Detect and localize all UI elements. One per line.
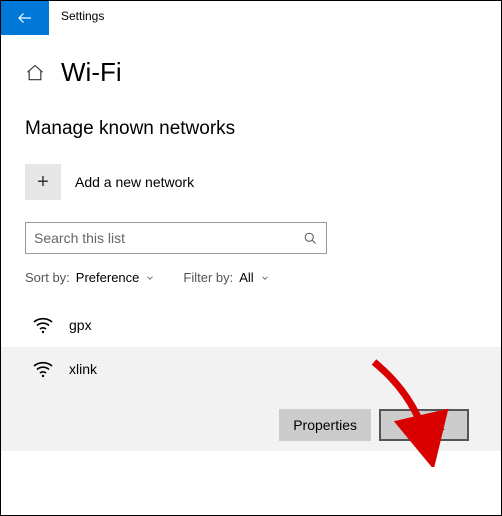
sort-by-dropdown[interactable]: Sort by: Preference	[25, 270, 155, 285]
network-item-xlink[interactable]: xlink Properties Forget	[1, 347, 501, 451]
filter-by-dropdown[interactable]: Filter by: All	[183, 270, 269, 285]
network-list: gpx xlink Properties Forget	[25, 303, 477, 451]
app-title: Settings	[61, 9, 104, 23]
plus-icon: +	[25, 164, 61, 200]
search-box[interactable]	[25, 222, 327, 254]
forget-button[interactable]: Forget	[379, 409, 469, 441]
properties-button[interactable]: Properties	[279, 409, 371, 441]
network-item-gpx[interactable]: gpx	[25, 303, 477, 347]
network-name: xlink	[69, 361, 477, 377]
wifi-icon	[31, 313, 55, 337]
filter-value: All	[239, 270, 253, 285]
wifi-icon	[31, 357, 55, 381]
section-title: Manage known networks	[25, 118, 477, 140]
chevron-down-icon	[145, 273, 155, 283]
network-actions: Properties Forget	[31, 395, 477, 451]
arrow-left-icon	[16, 9, 34, 27]
back-button[interactable]	[1, 1, 49, 35]
home-icon	[25, 63, 45, 83]
search-input[interactable]	[34, 230, 303, 246]
add-network-button[interactable]: + Add a new network	[25, 164, 477, 200]
sort-label: Sort by:	[25, 270, 70, 285]
network-name: gpx	[69, 317, 471, 333]
filter-label: Filter by:	[183, 270, 233, 285]
add-network-label: Add a new network	[75, 174, 194, 190]
search-icon	[303, 231, 318, 246]
page-title: Wi-Fi	[61, 57, 122, 88]
sort-value: Preference	[76, 270, 140, 285]
chevron-down-icon	[260, 273, 270, 283]
